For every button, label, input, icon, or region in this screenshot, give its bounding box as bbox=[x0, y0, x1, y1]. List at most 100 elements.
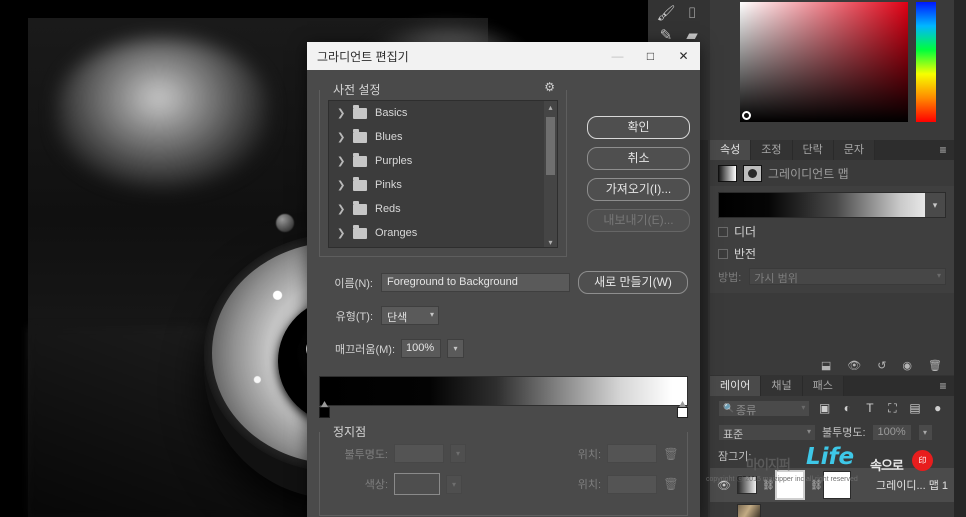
layer-mask-thumbnail-2[interactable] bbox=[823, 471, 851, 499]
gradient-preview-select[interactable]: ▾ bbox=[718, 192, 946, 218]
scroll-down-icon[interactable]: ▾ bbox=[544, 236, 557, 247]
opacity-value[interactable]: 100% bbox=[871, 423, 912, 441]
clip-to-layer-icon[interactable]: ⬓ bbox=[821, 359, 831, 372]
layer-row-background[interactable] bbox=[710, 502, 954, 517]
new-button[interactable]: 새로 만들기(W) bbox=[578, 271, 688, 294]
dither-checkbox[interactable] bbox=[718, 226, 728, 237]
list-item[interactable]: ❯ Pinks bbox=[329, 173, 557, 197]
link-icon[interactable]: ⛓ bbox=[810, 480, 823, 491]
link-icon[interactable]: ⛓ bbox=[762, 480, 775, 491]
folder-icon bbox=[353, 104, 367, 119]
color-picker-hue-strip[interactable] bbox=[916, 2, 936, 122]
gear-icon[interactable]: ⚙ bbox=[541, 80, 558, 94]
filter-smart-object-icon[interactable]: ▤ bbox=[907, 401, 924, 415]
chevron-right-icon[interactable]: ❯ bbox=[337, 204, 345, 215]
properties-tabs[interactable]: 속성 조정 단락 문자 ≡ bbox=[710, 140, 954, 160]
chevron-right-icon[interactable]: ❯ bbox=[337, 108, 345, 119]
dialog-action-buttons[interactable]: 확인 취소 가져오기(I)... 내보내기(E)... bbox=[587, 116, 690, 232]
layers-panel-menu-icon[interactable]: ≡ bbox=[932, 376, 954, 396]
layer-row[interactable]: 👁 ⛓ ⛓ 그레이디... 맵 1 bbox=[710, 468, 954, 502]
list-item[interactable]: ❯ Basics bbox=[329, 101, 557, 125]
list-item[interactable]: ❯ Blues bbox=[329, 125, 557, 149]
delete-icon[interactable]: 🗑 bbox=[928, 359, 942, 372]
color-picker-cursor[interactable] bbox=[742, 111, 751, 120]
chevron-right-icon[interactable]: ❯ bbox=[337, 156, 345, 167]
brush-icon[interactable]: 🖌 bbox=[654, 2, 678, 26]
tab-channels[interactable]: 채널 bbox=[761, 376, 803, 396]
tab-paragraph[interactable]: 단락 bbox=[792, 140, 834, 160]
color-picker-sv-square[interactable] bbox=[740, 2, 908, 122]
lock-row[interactable]: 잠그기: bbox=[710, 444, 954, 468]
gradient-bar-area[interactable] bbox=[319, 376, 688, 418]
chevron-down-icon[interactable]: ▾ bbox=[925, 193, 945, 217]
chevron-right-icon[interactable]: ❯ bbox=[337, 132, 345, 143]
clone-stamp-icon[interactable]: ⌷ bbox=[680, 2, 704, 26]
filter-shape-icon[interactable]: ⛶ bbox=[884, 401, 901, 416]
blend-mode-row[interactable]: 표준 ▾ 불투명도: 100% ▾ bbox=[710, 420, 954, 444]
tab-layers[interactable]: 레이어 bbox=[710, 376, 762, 396]
list-item[interactable]: ❯ Oranges bbox=[329, 221, 557, 245]
stop-color-swatch[interactable] bbox=[677, 407, 688, 418]
presets-scrollbar[interactable]: ▴ ▾ bbox=[544, 101, 557, 247]
layer-mask-thumbnail[interactable] bbox=[775, 470, 805, 500]
dither-row[interactable]: 디더 bbox=[718, 223, 946, 240]
blend-mode-select[interactable]: 표준 ▾ bbox=[718, 423, 816, 441]
filter-text-icon[interactable]: T bbox=[862, 401, 879, 415]
chevron-down-icon[interactable]: ▾ bbox=[447, 339, 465, 358]
type-select[interactable]: 단색 ▾ bbox=[381, 306, 439, 325]
dialog-titlebar[interactable]: 그라디언트 편집기 — □ ✕ bbox=[307, 42, 700, 70]
import-button[interactable]: 가져오기(I)... bbox=[587, 178, 690, 201]
scroll-up-icon[interactable]: ▴ bbox=[544, 101, 557, 114]
cancel-button[interactable]: 취소 bbox=[587, 147, 690, 170]
chevron-down-icon[interactable]: ▾ bbox=[801, 403, 805, 412]
reverse-row[interactable]: 반전 bbox=[718, 245, 946, 262]
maximize-icon[interactable]: □ bbox=[634, 42, 667, 70]
stop-color-swatch[interactable] bbox=[319, 407, 330, 418]
layer-filter-row[interactable]: 🔍 종류 ▾ ▣ ◐ T ⛶ ▤ ● bbox=[710, 396, 954, 420]
gradient-editor-dialog[interactable]: 그라디언트 편집기 — □ ✕ 사전 설정 ⚙ ❯ Basics ❯ Blues… bbox=[307, 42, 700, 517]
gradient-stop-right[interactable] bbox=[677, 401, 688, 418]
toggle-visibility-icon[interactable]: ◉ bbox=[902, 359, 912, 372]
method-select[interactable]: 가시 범위 ▾ bbox=[749, 268, 946, 285]
tab-properties[interactable]: 속성 bbox=[710, 140, 752, 160]
filter-image-icon[interactable]: ▣ bbox=[816, 401, 833, 415]
reset-icon[interactable]: ↺ bbox=[877, 359, 886, 372]
layer-thumbnail-gradient[interactable] bbox=[737, 476, 757, 494]
scrollbar-thumb[interactable] bbox=[546, 117, 555, 175]
chevron-right-icon[interactable]: ❯ bbox=[337, 228, 345, 239]
smoothness-input[interactable]: 100% bbox=[401, 339, 442, 358]
close-icon[interactable]: ✕ bbox=[667, 42, 700, 70]
method-row[interactable]: 방법: 가시 범위 ▾ bbox=[718, 268, 946, 285]
type-label: 유형(T): bbox=[335, 310, 373, 323]
minimize-icon[interactable]: — bbox=[601, 42, 634, 70]
chevron-down-icon[interactable]: ▾ bbox=[917, 423, 933, 441]
presets-list[interactable]: ❯ Basics ❯ Blues ❯ Purples ❯ Pinks ❯ Red… bbox=[328, 100, 558, 248]
tab-character[interactable]: 문자 bbox=[833, 140, 875, 160]
name-input[interactable]: Foreground to Background bbox=[381, 273, 570, 292]
gradient-bar[interactable] bbox=[319, 376, 688, 406]
smoothness-row[interactable]: 매끄러움(M): 100% ▾ bbox=[319, 339, 688, 358]
tab-paths[interactable]: 패스 bbox=[802, 376, 844, 396]
chevron-down-icon[interactable]: ▾ bbox=[430, 310, 434, 319]
list-item[interactable]: ❯ Purples bbox=[329, 149, 557, 173]
layer-filter-select[interactable]: 🔍 종류 ▾ bbox=[718, 399, 811, 417]
name-row[interactable]: 이름(N): Foreground to Background 새로 만들기(W… bbox=[319, 271, 688, 294]
chevron-down-icon[interactable]: ▾ bbox=[807, 427, 811, 436]
gradient-stop-left[interactable] bbox=[319, 401, 330, 418]
view-previous-icon[interactable]: 👁 bbox=[847, 359, 861, 372]
reverse-checkbox[interactable] bbox=[718, 248, 728, 259]
titlebar-buttons[interactable]: — □ ✕ bbox=[601, 42, 700, 70]
type-row[interactable]: 유형(T): 단색 ▾ bbox=[319, 306, 688, 325]
ok-button[interactable]: 확인 bbox=[587, 116, 690, 139]
properties-footer[interactable]: ⬓ 👁 ↺ ◉ 🗑 bbox=[710, 355, 954, 375]
filter-adjustment-icon[interactable]: ◐ bbox=[839, 401, 856, 415]
tab-adjustments[interactable]: 조정 bbox=[751, 140, 793, 160]
filter-toggle-icon[interactable]: ● bbox=[929, 401, 946, 415]
properties-panel-menu-icon[interactable]: ≡ bbox=[932, 140, 954, 160]
layer-thumbnail-photo[interactable] bbox=[737, 504, 761, 517]
chevron-down-icon[interactable]: ▾ bbox=[937, 271, 941, 280]
list-item[interactable]: ❯ Reds bbox=[329, 197, 557, 221]
chevron-right-icon[interactable]: ❯ bbox=[337, 180, 345, 191]
layers-tabs[interactable]: 레이어 채널 패스 ≡ bbox=[710, 376, 954, 396]
layer-visibility-icon[interactable]: 👁 bbox=[716, 479, 732, 492]
